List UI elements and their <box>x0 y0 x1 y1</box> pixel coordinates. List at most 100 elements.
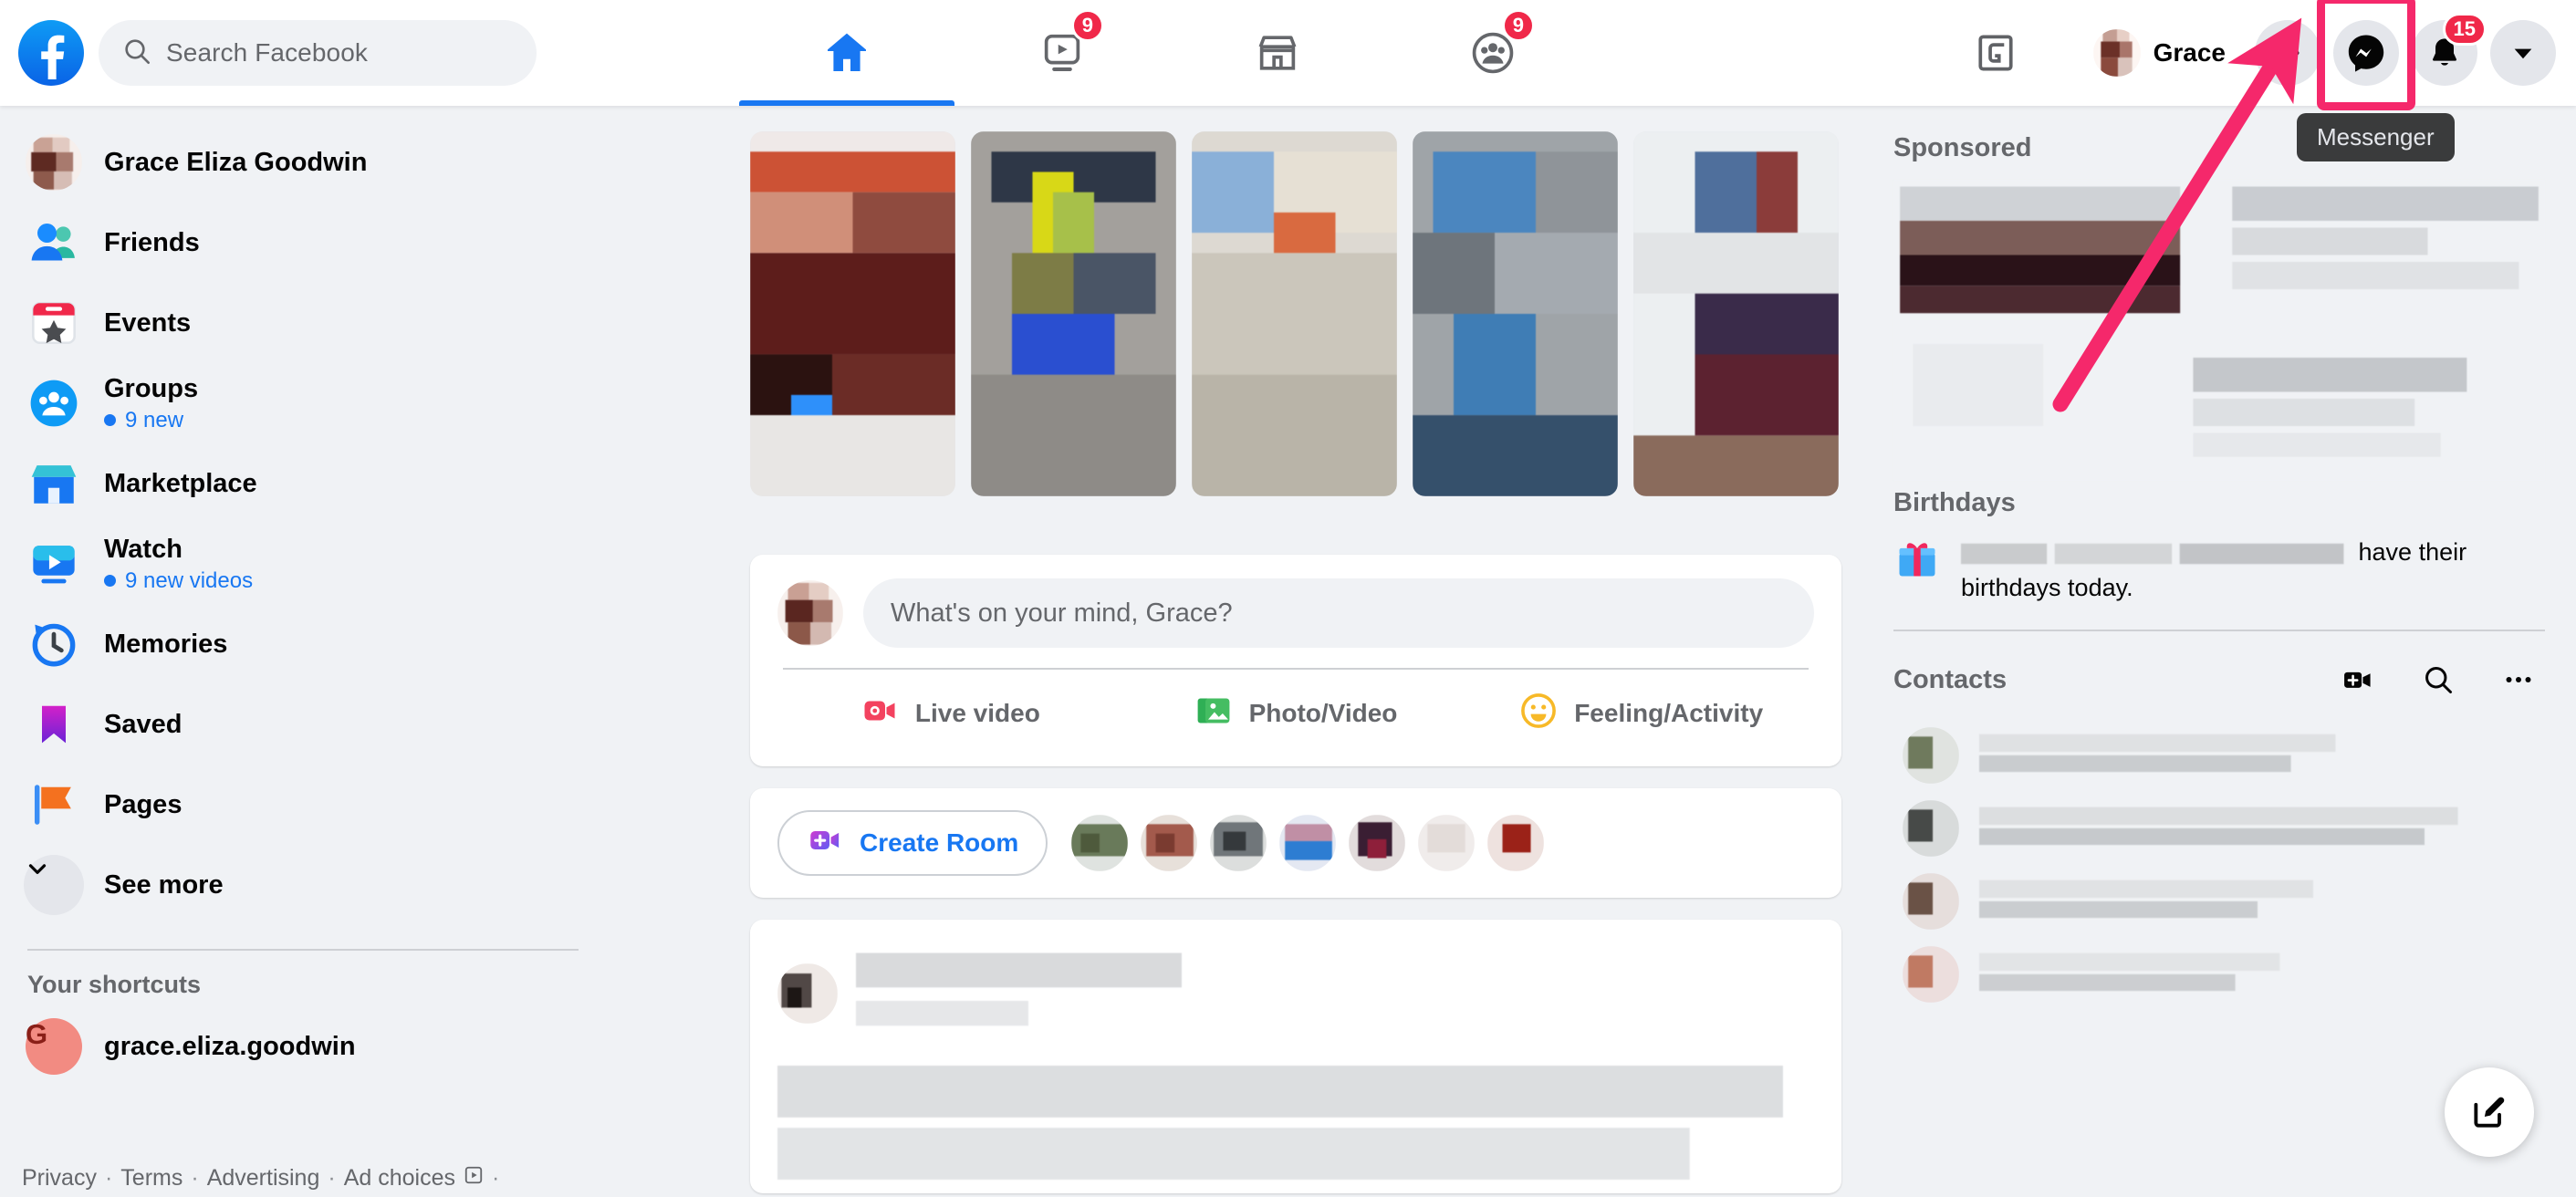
tab-marketplace[interactable] <box>1170 0 1385 106</box>
room-contacts <box>1071 815 1545 871</box>
sidebar-item-label: Saved <box>104 709 183 739</box>
story-card[interactable] <box>1413 131 1618 496</box>
sidebar-item-label: Grace Eliza Goodwin <box>104 147 368 177</box>
shortcut-item-grace[interactable]: G grace.eliza.goodwin <box>13 1006 593 1087</box>
avatar <box>2092 29 2141 77</box>
contact-list-item[interactable] <box>1893 792 2545 865</box>
shortcuts-heading: Your shortcuts <box>27 971 202 998</box>
sidebar-item-label: Events <box>104 307 192 338</box>
smiley-icon <box>1519 692 1558 736</box>
contacts-heading: Contacts <box>1893 664 2008 694</box>
sidebar-item-groups[interactable]: Groups 9 new <box>13 363 593 443</box>
active-tab-indicator <box>739 100 954 106</box>
notifications-badge: 15 <box>2442 13 2487 46</box>
feed-post[interactable] <box>750 920 1841 1193</box>
sidebar-item-pages[interactable]: Pages <box>13 765 593 845</box>
room-contact-avatar[interactable] <box>1141 815 1198 871</box>
footer-trailing-dot: · <box>491 1165 500 1191</box>
sponsored-ad[interactable] <box>1893 180 2545 481</box>
ad-choices-icon <box>464 1165 484 1192</box>
sidebar-item-label: Pages <box>104 789 183 819</box>
marketplace-store-icon <box>24 453 84 514</box>
sidebar-item-badge: 9 new videos <box>104 568 253 594</box>
sidebar-item-sublabel: 9 new <box>125 407 184 432</box>
sidebar-item-sublabel: 9 new videos <box>125 567 254 593</box>
footer-link-terms[interactable]: Terms <box>120 1165 183 1192</box>
video-plus-icon <box>807 822 843 865</box>
footer-link-ad-choices[interactable]: Ad choices <box>344 1165 455 1192</box>
new-video-room-button[interactable] <box>2331 653 2384 706</box>
right-sidebar: Sponsored Birthdays have their birthdays… <box>1864 106 2576 1197</box>
composer-input[interactable]: What's on your mind, Grace? <box>863 578 1814 648</box>
room-contact-avatar[interactable] <box>1349 815 1406 871</box>
friends-icon <box>24 213 84 273</box>
messenger-button[interactable] <box>2333 20 2399 86</box>
contacts-options-icon[interactable] <box>2492 653 2545 706</box>
contact-list-item[interactable] <box>1893 938 2545 1011</box>
sidebar-item-saved[interactable]: Saved <box>13 684 593 765</box>
watch-screen-icon <box>24 534 84 594</box>
sidebar-item-label: Groups <box>104 374 199 404</box>
photo-video-button[interactable]: Photo/Video <box>1123 670 1469 757</box>
events-calendar-icon <box>24 293 84 353</box>
search-input[interactable]: Search Facebook <box>99 20 537 86</box>
contact-list-item[interactable] <box>1893 719 2545 792</box>
sidebar-item-see-more[interactable]: See more <box>13 845 593 925</box>
saved-bookmark-icon <box>24 694 84 755</box>
footer-link-privacy[interactable]: Privacy <box>22 1165 97 1192</box>
new-message-button[interactable] <box>2445 1067 2534 1157</box>
memories-clock-icon <box>24 614 84 674</box>
pages-flag-icon <box>24 775 84 835</box>
sidebar-item-marketplace[interactable]: Marketplace <box>13 443 593 524</box>
birthday-item[interactable]: have their birthdays today. <box>1893 535 2545 606</box>
contact-list-item[interactable] <box>1893 865 2545 938</box>
account-menu-button[interactable] <box>2490 20 2556 86</box>
notifications-button[interactable]: 15 <box>2412 13 2487 86</box>
avatar <box>24 132 84 193</box>
sidebar-item-memories[interactable]: Memories <box>13 604 593 684</box>
photo-video-label: Photo/Video <box>1248 699 1398 727</box>
profile-chip-grace[interactable]: Grace <box>2086 24 2242 82</box>
feeling-activity-label: Feeling/Activity <box>1574 699 1764 727</box>
watch-badge: 9 <box>1070 9 1104 42</box>
create-button[interactable] <box>2255 20 2320 86</box>
story-card[interactable] <box>1192 131 1397 496</box>
facebook-logo[interactable] <box>18 20 84 86</box>
create-room-button[interactable]: Create Room <box>777 810 1048 876</box>
room-contact-avatar[interactable] <box>1418 815 1476 871</box>
tab-home[interactable] <box>739 0 954 106</box>
nav-left-group: Search Facebook <box>0 20 537 86</box>
story-card[interactable] <box>1633 131 1839 496</box>
sidebar-item-profile[interactable]: Grace Eliza Goodwin <box>13 122 593 203</box>
sidebar-item-events[interactable]: Events <box>13 283 593 363</box>
shortcut-avatar: G <box>26 1018 82 1075</box>
tab-groups[interactable]: 9 <box>1385 0 1601 106</box>
groups-badge: 9 <box>1501 9 1535 42</box>
avatar <box>1903 873 1959 931</box>
feeling-activity-button[interactable]: Feeling/Activity <box>1468 670 1814 757</box>
room-contact-avatar[interactable] <box>1210 815 1267 871</box>
story-card[interactable] <box>750 131 955 496</box>
tab-watch[interactable]: 9 <box>954 0 1170 106</box>
new-dot <box>104 575 116 588</box>
news-feed: What's on your mind, Grace? Live video P… <box>730 106 1862 1197</box>
live-video-button[interactable]: Live video <box>777 670 1123 757</box>
footer-link-advertising[interactable]: Advertising <box>207 1165 320 1192</box>
gaming-g-icon[interactable] <box>1955 12 2037 94</box>
room-contact-avatar[interactable] <box>1279 815 1337 871</box>
contacts-search-icon[interactable] <box>2412 653 2465 706</box>
story-card[interactable] <box>971 131 1176 496</box>
live-video-label: Live video <box>914 699 1040 727</box>
stories-tray <box>730 131 1862 533</box>
footer-links: Privacy · Terms · Advertising · Ad choices … <box>22 1165 500 1192</box>
sidebar-item-friends[interactable]: Friends <box>13 203 593 283</box>
profile-name: Grace <box>2153 38 2226 67</box>
sidebar-item-label: See more <box>104 869 224 900</box>
sidebar-item-label: Marketplace <box>104 468 257 498</box>
room-contact-avatar[interactable] <box>1487 815 1545 871</box>
avatar[interactable] <box>777 580 843 646</box>
avatar <box>1903 727 1959 785</box>
room-contact-avatar[interactable] <box>1071 815 1129 871</box>
sidebar-item-watch[interactable]: Watch 9 new videos <box>13 524 593 604</box>
rooms-card: Create Room <box>750 788 1841 898</box>
